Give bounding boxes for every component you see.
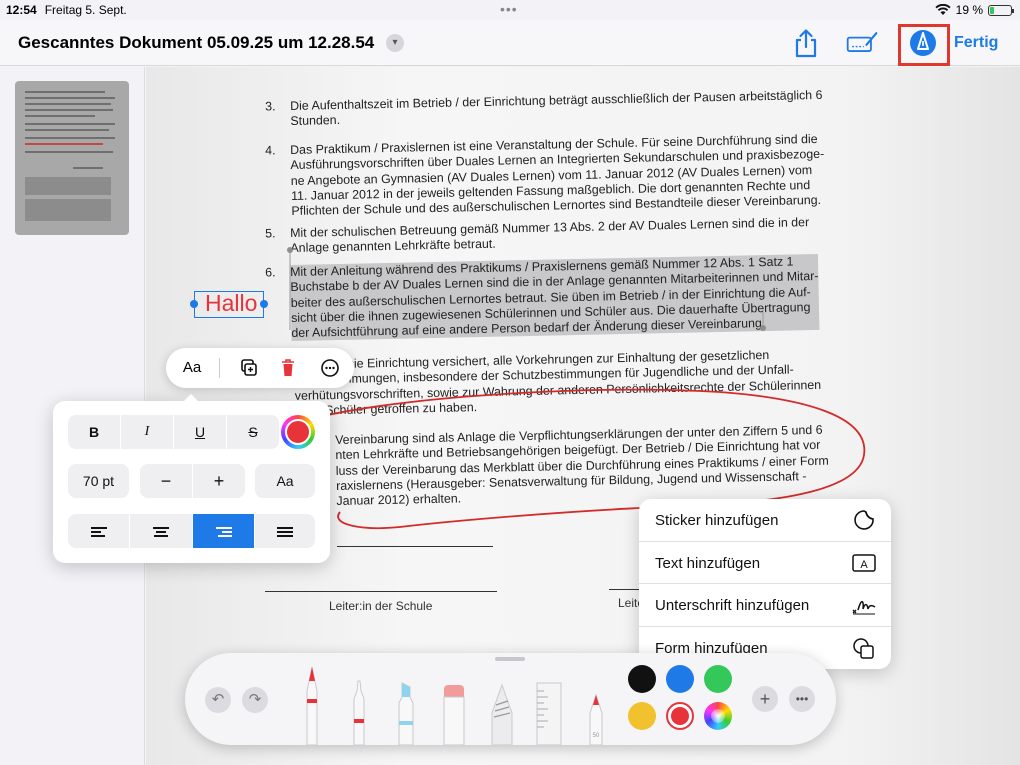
resize-handle-right[interactable] xyxy=(260,300,268,308)
undo-icon[interactable]: ↶ xyxy=(205,687,231,713)
palette-grabber[interactable] xyxy=(495,657,525,661)
text-color-picker[interactable] xyxy=(281,415,315,449)
more-icon[interactable]: ••• xyxy=(789,686,815,712)
annotation-context-toolbar: Aa xyxy=(166,348,354,388)
signature-line xyxy=(337,546,493,547)
align-right-icon xyxy=(215,526,232,538)
marker-tool-icon[interactable] xyxy=(345,679,373,745)
tool-palette: ↶ ↷ 50 + ••• xyxy=(185,653,836,745)
color-green[interactable] xyxy=(704,665,732,693)
underline-button[interactable]: U xyxy=(174,415,226,449)
shapes-icon xyxy=(853,637,874,659)
color-blue[interactable] xyxy=(666,665,694,693)
menu-item-signature[interactable]: Unterschrift hinzufügen xyxy=(639,584,891,627)
align-center-button[interactable] xyxy=(130,514,192,548)
add-menu: Sticker hinzufügen Text hinzufügen A Unt… xyxy=(639,499,891,669)
text-box-icon: A xyxy=(852,553,876,572)
fountain-pen-tool-icon[interactable]: 50 xyxy=(581,693,611,745)
add-icon[interactable]: + xyxy=(752,686,778,712)
lasso-tool-icon[interactable] xyxy=(487,683,517,745)
align-left-button[interactable] xyxy=(68,514,129,548)
decrease-size-button[interactable]: − xyxy=(140,464,192,498)
color-red-selected[interactable] xyxy=(666,702,694,730)
bold-button[interactable]: B xyxy=(68,415,120,449)
italic-button[interactable]: I xyxy=(121,415,173,449)
signature-line xyxy=(609,589,639,590)
font-size-value: 70 pt xyxy=(68,464,129,498)
sticker-icon xyxy=(854,510,874,530)
ruler-tool-icon[interactable] xyxy=(534,681,564,745)
signature-label-school: Leiter:in der Schule xyxy=(329,599,433,613)
color-yellow[interactable] xyxy=(628,702,656,730)
signature-line xyxy=(265,591,497,592)
color-black[interactable] xyxy=(628,665,656,693)
align-justify-button[interactable] xyxy=(255,514,315,548)
font-family-button[interactable]: Aa xyxy=(255,464,315,498)
increase-size-button[interactable]: + xyxy=(193,464,245,498)
ruler-label: 50 xyxy=(593,733,600,739)
signature-icon xyxy=(852,600,876,615)
menu-item-sticker[interactable]: Sticker hinzufügen xyxy=(639,499,891,542)
color-wheel-icon[interactable] xyxy=(704,702,732,730)
text-annotation[interactable]: Hallo xyxy=(205,290,259,320)
trash-icon[interactable] xyxy=(274,356,302,380)
svg-text:A: A xyxy=(860,559,868,571)
align-justify-icon xyxy=(277,526,293,538)
align-right-button[interactable] xyxy=(193,514,254,548)
resize-handle-left[interactable] xyxy=(190,300,198,308)
pen-tool-icon[interactable] xyxy=(298,665,326,745)
more-options-icon[interactable] xyxy=(316,356,344,380)
redo-icon[interactable]: ↷ xyxy=(242,687,268,713)
highlighter-tool-icon[interactable] xyxy=(392,681,420,745)
align-left-icon xyxy=(90,526,107,538)
eraser-tool-icon[interactable] xyxy=(439,683,469,745)
duplicate-icon[interactable] xyxy=(234,356,262,380)
strikethrough-button[interactable]: S xyxy=(227,415,279,449)
font-options-button[interactable]: Aa xyxy=(178,356,206,380)
menu-item-text[interactable]: Text hinzufügen A xyxy=(639,542,891,584)
align-center-icon xyxy=(153,526,169,538)
